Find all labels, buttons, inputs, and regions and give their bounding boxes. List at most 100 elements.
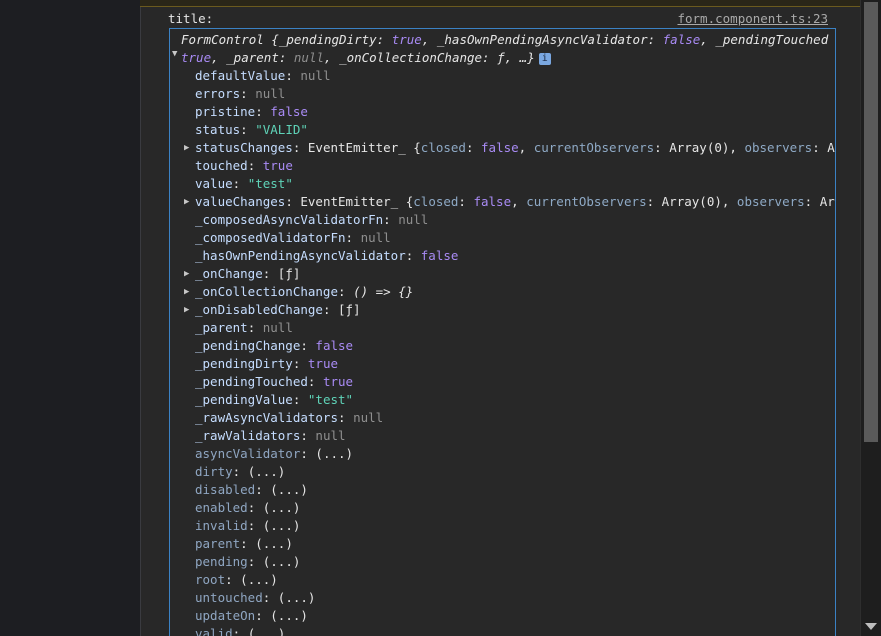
property-value[interactable]: (...)	[263, 518, 301, 533]
property-row: asyncValidator: (...)	[195, 446, 354, 461]
summary-line-1: FormControl {_pendingDirty: true, _hasOw…	[181, 32, 830, 47]
summary-line-2-text: true, _parent: null, _onCollectionChange…	[181, 50, 535, 65]
property-row: _hasOwnPendingAsyncValidator: false	[195, 248, 459, 263]
property-key: _rawValidators	[195, 428, 301, 443]
expand-arrow-icon[interactable]: ▶	[184, 193, 189, 211]
property-key: parent	[195, 536, 241, 551]
property-row: dirty: (...)	[195, 464, 286, 479]
property-row: disabled: (...)	[195, 482, 308, 497]
property-row: updateOn: (...)	[195, 608, 308, 623]
expand-arrow-icon[interactable]: ▶	[184, 265, 189, 283]
object-inspector: ▼ FormControl {_pendingDirty: true, _has…	[169, 28, 836, 636]
property-key: value	[195, 176, 233, 191]
property-value: null	[360, 230, 391, 245]
property-key: invalid	[195, 518, 248, 533]
property-value[interactable]: (...)	[270, 608, 308, 623]
property-key: errors	[195, 86, 241, 101]
property-value[interactable]: (...)	[248, 626, 286, 636]
property-key: _composedAsyncValidatorFn	[195, 212, 384, 227]
property-value[interactable]: (...)	[248, 464, 286, 479]
summary-line-2: true, _parent: null, _onCollectionChange…	[170, 49, 830, 67]
property-value: "test"	[247, 176, 293, 191]
property-row: _rawValidators: null	[195, 428, 346, 443]
property-row: _pendingChange: false	[195, 338, 354, 353]
property-value: null	[398, 212, 429, 227]
property-row: _pendingTouched: true	[195, 374, 354, 389]
vertical-scrollbar[interactable]	[860, 0, 881, 636]
property-key: status	[195, 122, 241, 137]
console-panel: title: form.component.ts:23 ▼ FormContro…	[141, 7, 861, 636]
property-key: _parent	[195, 320, 248, 335]
property-value: EventEmitter_ {closed: false, currentObs…	[307, 140, 835, 155]
property-row: _composedValidatorFn: null	[195, 230, 391, 245]
property-value[interactable]: (...)	[278, 590, 316, 605]
scroll-down-arrow-icon[interactable]	[865, 623, 877, 630]
property-value: true	[307, 356, 339, 371]
property-row: invalid: (...)	[195, 518, 301, 533]
property-row: untouched: (...)	[195, 590, 316, 605]
property-list: defaultValue: null errors: null pristine: …	[170, 67, 835, 636]
property-row: pending: (...)	[195, 554, 301, 569]
property-key: defaultValue	[195, 68, 286, 83]
property-value: () => {}	[353, 284, 414, 299]
property-key: _onDisabledChange	[195, 302, 323, 317]
property-key: untouched	[195, 590, 263, 605]
property-row: enabled: (...)	[195, 500, 301, 515]
warning-strip	[140, 0, 861, 7]
info-icon[interactable]: i	[538, 52, 551, 65]
property-key: pristine	[195, 104, 256, 119]
property-value: true	[262, 158, 293, 173]
property-value: null	[315, 428, 346, 443]
property-value: null	[262, 320, 293, 335]
left-gutter	[0, 0, 141, 636]
property-key: valueChanges	[195, 194, 286, 209]
property-key: _onCollectionChange	[195, 284, 338, 299]
object-summary[interactable]: FormControl {_pendingDirty: true, _hasOw…	[170, 31, 830, 67]
property-value: "VALID"	[255, 122, 308, 137]
property-row[interactable]: ▶ valueChanges: EventEmitter_ {closed: fa…	[170, 193, 835, 211]
expand-arrow-icon[interactable]: ▶	[184, 301, 189, 319]
property-value: true	[322, 374, 354, 389]
property-value[interactable]: (...)	[263, 554, 301, 569]
property-value: null	[353, 410, 384, 425]
property-key: valid	[195, 626, 233, 636]
property-row[interactable]: ▶ statusChanges: EventEmitter_ {closed: f…	[170, 139, 835, 157]
property-row[interactable]: ▶ _onCollectionChange: () => {}	[170, 283, 835, 301]
property-value[interactable]: (...)	[240, 572, 278, 587]
property-row: parent: (...)	[195, 536, 293, 551]
property-key: _hasOwnPendingAsyncValidator	[195, 248, 406, 263]
property-value: false	[420, 248, 459, 263]
property-row: _pendingValue: "test"	[195, 392, 354, 407]
property-value: [ƒ]	[277, 266, 301, 281]
property-row: _rawAsyncValidators: null	[195, 410, 384, 425]
property-key: disabled	[195, 482, 256, 497]
property-value: EventEmitter_ {closed: false, currentObs…	[300, 194, 835, 209]
scrollbar-thumb[interactable]	[864, 2, 878, 442]
property-row: value: "test"	[195, 176, 293, 191]
property-value: false	[270, 104, 308, 119]
property-row[interactable]: ▶ _onDisabledChange: [ƒ]	[170, 301, 835, 319]
property-row[interactable]: ▶ _onChange: [ƒ]	[170, 265, 835, 283]
property-key: _pendingDirty	[195, 356, 293, 371]
property-value[interactable]: (...)	[263, 500, 301, 515]
property-row: _pendingDirty: true	[195, 356, 339, 371]
property-row: _composedAsyncValidatorFn: null	[195, 212, 429, 227]
property-value[interactable]: (...)	[270, 482, 308, 497]
property-key: updateOn	[195, 608, 256, 623]
property-key: dirty	[195, 464, 233, 479]
expand-arrow-icon[interactable]: ▶	[184, 283, 189, 301]
property-row: valid: (...)	[170, 625, 835, 636]
property-row: pristine: false	[195, 104, 308, 119]
property-key: _pendingChange	[195, 338, 301, 353]
expand-arrow-icon[interactable]: ▶	[184, 139, 189, 157]
property-key: statusChanges	[195, 140, 293, 155]
property-value[interactable]: (...)	[315, 446, 353, 461]
property-key: asyncValidator	[195, 446, 301, 461]
property-row: _parent: null	[195, 320, 293, 335]
property-key: _pendingValue	[195, 392, 293, 407]
title-label: title:	[168, 11, 214, 26]
source-link[interactable]: form.component.ts:23	[677, 10, 828, 28]
property-value[interactable]: (...)	[255, 536, 293, 551]
property-key: root	[195, 572, 226, 587]
property-row: root: (...)	[195, 572, 278, 587]
